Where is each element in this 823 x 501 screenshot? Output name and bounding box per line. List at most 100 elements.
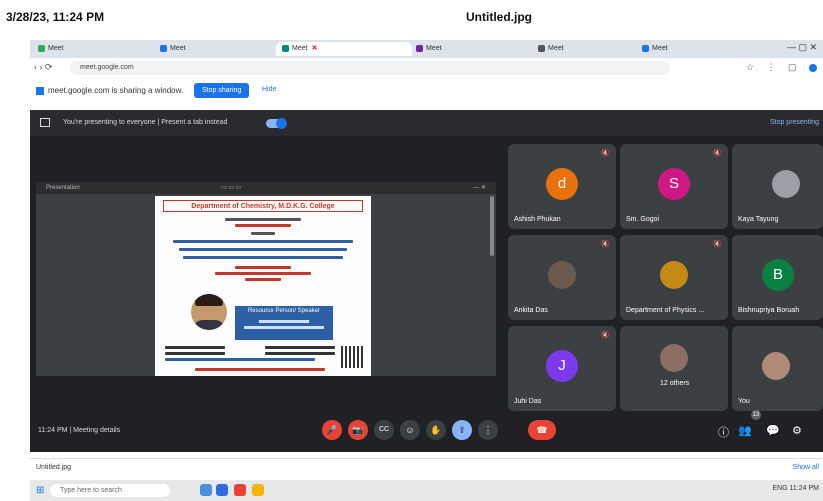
browser-tab[interactable]: Meet: [32, 42, 156, 56]
chrome-icon[interactable]: [234, 484, 246, 496]
url-field[interactable]: meet.google.com: [70, 61, 670, 75]
presentation-title: Presentation: [46, 185, 80, 191]
taskbar-search[interactable]: Type here to search: [50, 484, 170, 497]
profile-icon[interactable]: [809, 63, 817, 72]
favicon-icon: [160, 44, 167, 52]
window-controls[interactable]: — ▢ ✕: [787, 42, 817, 53]
emoji-button[interactable]: ☺: [400, 420, 420, 440]
activities-icon[interactable]: ⚙: [792, 424, 802, 437]
present-button[interactable]: ⇪: [452, 420, 472, 440]
present-screen-icon: [40, 118, 50, 127]
download-item[interactable]: Untitled.jpg: [36, 464, 71, 471]
poster-line: [165, 352, 225, 355]
captions-icon: CC: [378, 426, 390, 433]
taskbar-app-icon[interactable]: [200, 484, 212, 496]
participant-name: Department of Physics ...: [626, 307, 705, 314]
participant-tile[interactable]: 🔇 Ankita Das: [508, 235, 616, 320]
avatar-image: [660, 261, 688, 289]
stop-sharing-button[interactable]: Stop sharing: [194, 83, 250, 98]
presenting-bar: You're presenting to everyone | Present …: [30, 110, 823, 136]
mic-off-icon: 🔇: [601, 332, 610, 339]
poster-line: [259, 320, 309, 323]
participant-name: Juhi Das: [514, 398, 542, 405]
poster-line: [173, 240, 353, 243]
downloads-bar: Untitled.jpg Show all: [30, 458, 823, 479]
browser-tab[interactable]: Meet: [154, 42, 278, 56]
more-options-icon: ⋮: [483, 425, 493, 435]
end-call-button[interactable]: ☎: [528, 420, 556, 440]
browser-tab[interactable]: Meet: [532, 42, 638, 56]
participant-tile-self[interactable]: You: [732, 326, 823, 411]
camera-off-icon: 📷: [352, 425, 364, 435]
poster-line: [245, 278, 281, 281]
stop-presenting-button[interactable]: Stop presenting: [770, 119, 819, 126]
avatar: B: [762, 259, 794, 291]
participant-name: Kaya Tayung: [738, 216, 779, 223]
participant-tile[interactable]: 12 others: [620, 326, 728, 411]
raise-hand-button[interactable]: ✋: [426, 420, 446, 440]
browser-tab-bar: Meet Meet Meet ✕ Meet Meet Meet — ▢ ✕: [30, 40, 823, 58]
sharing-notification-bar: meet.google.com is sharing a window. Sto…: [30, 80, 823, 102]
poster-line: [225, 218, 301, 221]
mic-button[interactable]: 🎤: [322, 420, 342, 440]
poster-line: [251, 232, 275, 235]
folder-icon[interactable]: [252, 484, 264, 496]
present-icon: ⇪: [458, 425, 466, 435]
sharing-text: meet.google.com is sharing a window.: [36, 86, 183, 95]
browser-tab-label: Meet: [48, 45, 64, 52]
camera-button[interactable]: 📷: [348, 420, 368, 440]
mic-off-icon: 🔇: [713, 241, 722, 248]
slide-controls[interactable]: ▭ ▭ ▭: [221, 182, 241, 194]
toggle-knob: [276, 118, 287, 129]
participant-tile[interactable]: 🔇 S Sm. Gogoi: [620, 144, 728, 229]
speaker-box: Resource Person/ Speaker: [235, 306, 333, 340]
poster-line: [265, 352, 335, 355]
show-all-link[interactable]: Show all: [793, 464, 819, 471]
browser-tab[interactable]: Meet: [410, 42, 534, 56]
start-icon[interactable]: ⊞: [36, 485, 44, 496]
participant-name: Ashish Phukan: [514, 216, 561, 223]
participant-count-badge: 13: [751, 410, 761, 420]
mic-off-icon: 🔇: [601, 150, 610, 157]
avatar: J: [546, 350, 578, 382]
poster-line: [195, 368, 325, 371]
participant-name: You: [738, 398, 750, 405]
participant-name: 12 others: [660, 380, 690, 387]
participant-name: Bishnupriya Boruah: [738, 307, 800, 314]
system-tray[interactable]: ENG 11:24 PM: [772, 485, 819, 492]
close-icon[interactable]: ✕: [312, 45, 318, 52]
scrollbar[interactable]: [490, 196, 494, 256]
close-icon[interactable]: — ✕: [473, 182, 486, 194]
avatar-image: [762, 352, 790, 380]
participant-tile[interactable]: Kaya Tayung: [732, 144, 823, 229]
meeting-details[interactable]: 11:24 PM | Meeting details: [38, 427, 120, 434]
people-icon[interactable]: 👥: [738, 424, 752, 437]
hide-button[interactable]: Hide: [262, 86, 276, 93]
poster-line: [244, 326, 324, 329]
event-poster: Department of Chemistry, M.D.K.G. Colleg…: [155, 196, 371, 376]
browser-tab-active[interactable]: Meet ✕: [276, 42, 412, 56]
shared-presentation: Presentation ▭ ▭ ▭ — ✕ Department of Che…: [36, 182, 496, 376]
mic-off-icon: 🔇: [713, 150, 722, 157]
more-options-button[interactable]: ⋮: [478, 420, 498, 440]
browser-tab[interactable]: Meet: [636, 42, 692, 56]
favicon-icon: [282, 44, 289, 52]
chat-icon[interactable]: 💬: [766, 424, 780, 437]
browser-tab-label: Meet: [426, 45, 442, 52]
present-toggle[interactable]: [266, 118, 287, 129]
nav-buttons[interactable]: ‹ › ⟳: [34, 62, 53, 73]
participant-name: Ankita Das: [514, 307, 548, 314]
participant-tile[interactable]: 🔇 Department of Physics ...: [620, 235, 728, 320]
toolbar-icons[interactable]: ☆ ⋮ ▢: [746, 62, 817, 73]
poster-line: [235, 266, 291, 269]
poster-line: [235, 224, 291, 227]
participant-tile[interactable]: 🔇 d Ashish Phukan: [508, 144, 616, 229]
avatar-image: [660, 344, 688, 372]
info-icon[interactable]: ⓘ: [718, 424, 729, 440]
participant-tile[interactable]: B Bishnupriya Boruah: [732, 235, 823, 320]
poster-line: [165, 346, 225, 349]
browser-tab-label: Meet: [548, 45, 564, 52]
participant-tile[interactable]: 🔇 J Juhi Das: [508, 326, 616, 411]
captions-button[interactable]: CC: [374, 420, 394, 440]
taskbar-app-icon[interactable]: [216, 484, 228, 496]
